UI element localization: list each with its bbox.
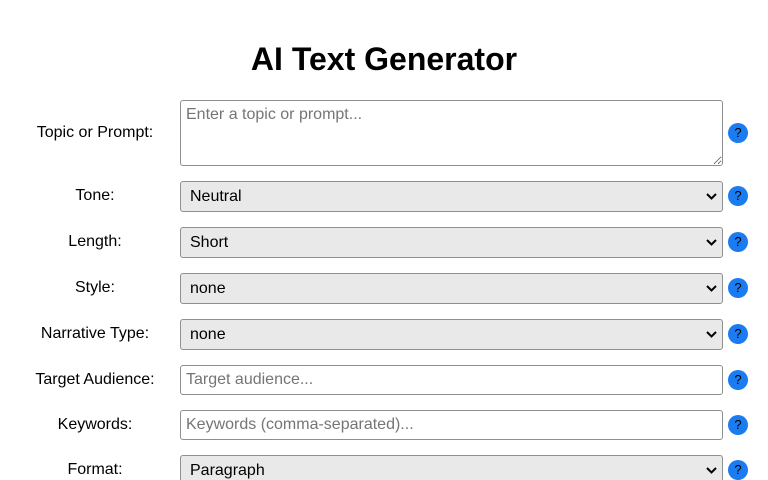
style-select-value: none — [190, 280, 226, 297]
tone-select-value: Neutral — [190, 188, 242, 205]
length-label: Length: — [68, 233, 122, 250]
ai-text-generator-page: AI Text Generator Topic or Prompt: ? Ton… — [0, 0, 768, 480]
audience-input[interactable] — [180, 365, 723, 395]
question-mark-icon: ? — [734, 280, 742, 295]
keywords-label: Keywords: — [57, 416, 133, 433]
question-mark-icon: ? — [734, 188, 742, 203]
question-mark-icon: ? — [734, 125, 742, 140]
keywords-help-button[interactable]: ? — [728, 415, 748, 435]
topic-input[interactable] — [180, 100, 723, 166]
format-label: Format: — [67, 461, 123, 478]
format-help-button[interactable]: ? — [728, 460, 748, 480]
style-row: Style: none ? — [0, 273, 768, 304]
length-help-button[interactable]: ? — [728, 232, 748, 252]
keywords-row: Keywords: ? — [0, 410, 768, 440]
tone-help-button[interactable]: ? — [728, 186, 748, 206]
tone-select[interactable]: Neutral — [180, 181, 723, 212]
chevron-down-icon — [706, 193, 717, 200]
audience-row: Target Audience: ? — [0, 365, 768, 395]
chevron-down-icon — [706, 467, 717, 474]
question-mark-icon: ? — [734, 462, 742, 477]
narrative-row: Narrative Type: none ? — [0, 319, 768, 350]
chevron-down-icon — [706, 331, 717, 338]
tone-row: Tone: Neutral ? — [0, 181, 768, 212]
narrative-help-button[interactable]: ? — [728, 324, 748, 344]
format-row: Format: Paragraph ? — [0, 455, 768, 480]
length-select-value: Short — [190, 234, 229, 251]
tone-label: Tone: — [75, 187, 115, 204]
audience-label: Target Audience: — [35, 371, 155, 388]
length-row: Length: Short ? — [0, 227, 768, 258]
chevron-down-icon — [706, 285, 717, 292]
question-mark-icon: ? — [734, 234, 742, 249]
style-select[interactable]: none — [180, 273, 723, 304]
format-select-value: Paragraph — [190, 462, 265, 479]
audience-help-button[interactable]: ? — [728, 370, 748, 390]
question-mark-icon: ? — [734, 326, 742, 341]
keywords-input[interactable] — [180, 410, 723, 440]
length-select[interactable]: Short — [180, 227, 723, 258]
narrative-select-value: none — [190, 326, 226, 343]
topic-row: Topic or Prompt: ? — [0, 100, 768, 166]
chevron-down-icon — [706, 239, 717, 246]
format-select[interactable]: Paragraph — [180, 455, 723, 480]
style-label: Style: — [74, 279, 115, 296]
narrative-label: Narrative Type: — [40, 325, 150, 342]
question-mark-icon: ? — [734, 372, 742, 387]
topic-label: Topic or Prompt: — [36, 124, 154, 141]
question-mark-icon: ? — [734, 417, 742, 432]
topic-help-button[interactable]: ? — [728, 123, 748, 143]
style-help-button[interactable]: ? — [728, 278, 748, 298]
page-title: AI Text Generator — [250, 41, 518, 77]
narrative-select[interactable]: none — [180, 319, 723, 350]
